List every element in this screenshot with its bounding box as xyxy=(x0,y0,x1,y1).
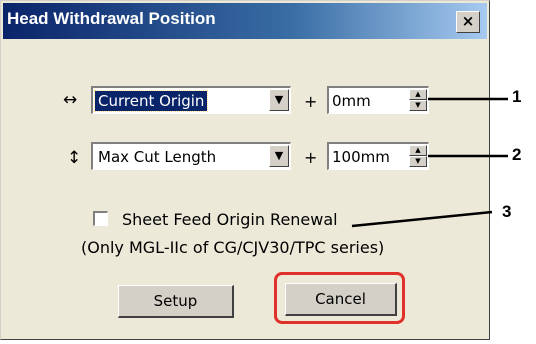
callout-line-3 xyxy=(351,210,493,228)
callout-number-3: 3 xyxy=(502,202,512,221)
callout-number-1: 1 xyxy=(512,87,522,106)
callout-number-2: 2 xyxy=(512,145,522,164)
callout-lines xyxy=(351,97,508,228)
